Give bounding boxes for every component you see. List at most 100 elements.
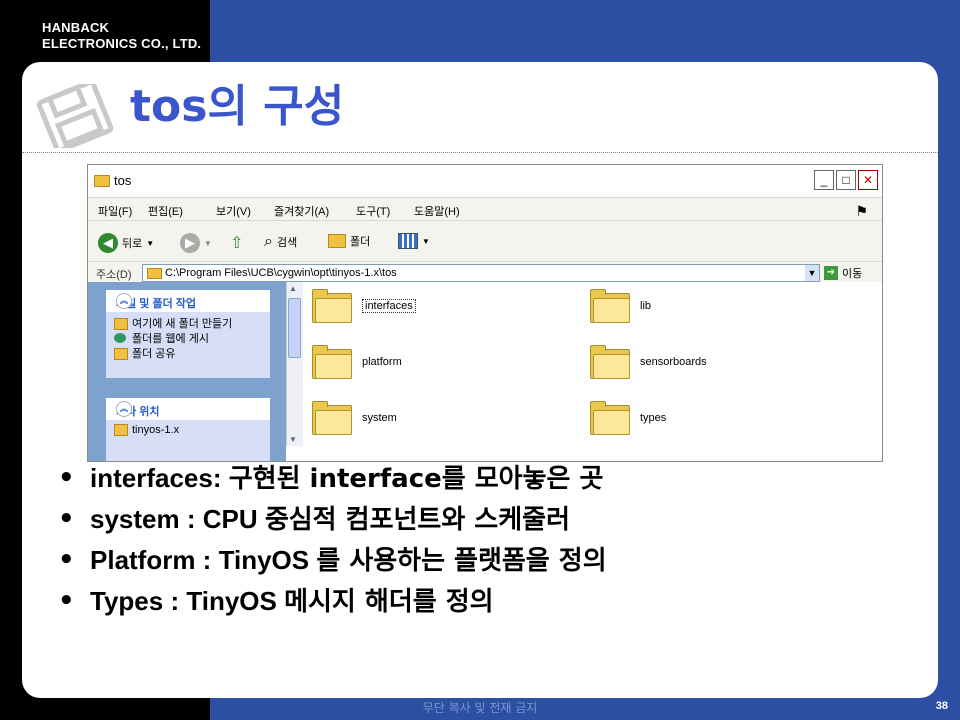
task-label: 여기에 새 폴더 만들기 [132,318,233,330]
back-label: 뒤로 [122,238,143,250]
panel-header[interactable]: 파일 및 폴더 작업 ︽ [106,290,270,312]
folder-icon [590,401,630,435]
other-places-panel: 기타 위치 ︽ tinyos-1.x [106,398,270,461]
address-dropdown-icon[interactable]: ▼ [805,265,819,281]
bullet-item: • system : CPU 중심적 컴포넌트와 스케줄러 [58,504,570,535]
folders-icon [328,234,346,248]
forward-button[interactable]: ▶ ▼ [180,233,212,253]
place-label: tinyos-1.x [132,424,180,436]
folders-label: 폴더 [350,236,371,248]
page-number: 38 [935,700,948,712]
folder-label: platform [362,356,402,368]
bullet-term: interfaces: [90,463,229,493]
menu-view[interactable]: 보기(V) [216,203,251,219]
up-folder-icon: ⇧ [230,235,244,252]
collapse-icon[interactable]: ︽ [116,293,132,309]
go-arrow-icon: ➜ [824,266,838,280]
window-titlebar: tos _ □ ✕ [88,165,882,198]
maximize-button[interactable]: □ [836,170,856,190]
folder-icon [590,345,630,379]
minimize-button[interactable]: _ [814,170,834,190]
folder-lib[interactable]: lib [590,289,651,323]
task-pane-scrollbar[interactable]: ▲ ▼ [286,282,303,446]
go-button[interactable]: ➜ 이동 [824,265,862,281]
folder-icon [94,175,110,187]
task-pane: 파일 및 폴더 작업 ︽ 여기에 새 폴더 만들기 폴더를 웹에 게시 폴더 공… [88,282,286,461]
menu-favorites[interactable]: 즐겨찾기(A) [274,203,329,219]
folder-icon [114,424,128,436]
scroll-thumb[interactable] [288,298,301,358]
panel-header[interactable]: 기타 위치 ︽ [106,398,270,420]
bullet-text: 구현된 interface를 모아놓은 곳 [228,464,604,494]
folder-interfaces[interactable]: interfaces [312,289,416,323]
bullet-item: • interfaces: 구현된 interface를 모아놓은 곳 [58,463,604,494]
bullet-term: Types : TinyOS [90,586,285,616]
bullet-item: • Platform : TinyOS 를 사용하는 플랫폼을 정의 [58,545,607,576]
folder-icon [147,268,162,279]
views-icon [398,233,418,249]
scroll-down-icon[interactable]: ▼ [289,435,297,444]
menu-edit[interactable]: 편집(E) [148,203,183,219]
scroll-up-icon[interactable]: ▲ [289,284,297,293]
back-arrow-icon: ◀ [98,233,118,253]
brand-line-2: ELECTRONICS CO., LTD. [42,36,202,51]
address-path: C:\Program Files\UCB\cygwin\opt\tinyos-1… [165,267,397,279]
slide-title: tos의 구성 [130,81,345,132]
windows-logo-icon: ⚑ [855,203,868,219]
address-input[interactable]: C:\Program Files\UCB\cygwin\opt\tinyos-1… [142,264,820,282]
chevron-down-icon: ▼ [422,236,430,246]
explorer-window: tos _ □ ✕ 파일(F) 편집(E) 보기(V) 즐겨찾기(A) 도구(T… [87,164,883,462]
search-button[interactable]: ⌕ 검색 [264,233,297,251]
folder-label: sensorboards [640,356,707,368]
menu-bar: 파일(F) 편집(E) 보기(V) 즐겨찾기(A) 도구(T) 도움말(H) ⚑ [88,198,882,221]
folder-system[interactable]: system [312,401,397,435]
new-folder-icon [114,318,128,330]
share-folder-icon [114,348,128,360]
collapse-icon[interactable]: ︽ [116,401,132,417]
task-publish-web[interactable]: 폴더를 웹에 게시 [106,333,270,345]
back-button[interactable]: ◀ 뒤로 ▼ [98,233,154,253]
bullet-list: • interfaces: 구현된 interface를 모아놓은 곳 • syst… [58,458,607,622]
title-divider [22,152,938,153]
folder-label: interfaces [362,299,416,313]
bullet-term: Platform : TinyOS [90,545,317,575]
folder-icon [312,345,352,379]
toolbar: ◀ 뒤로 ▼ ▶ ▼ ⇧ ⌕ 검색 폴더 ▼ [88,221,882,262]
up-folder-button[interactable]: ⇧ [230,233,243,253]
chevron-down-icon: ▼ [146,238,155,248]
go-label: 이동 [842,268,863,280]
task-label: 폴더를 웹에 게시 [132,333,209,345]
task-share-folder[interactable]: 폴더 공유 [106,348,270,360]
menu-file[interactable]: 파일(F) [98,203,132,219]
folder-sensorboards[interactable]: sensorboards [590,345,707,379]
brand-line-1: HANBACK [42,20,110,35]
folder-types[interactable]: types [590,401,666,435]
folder-label: types [640,412,667,424]
folder-icon [590,289,630,323]
file-folder-tasks-panel: 파일 및 폴더 작업 ︽ 여기에 새 폴더 만들기 폴더를 웹에 게시 폴더 공… [106,290,270,378]
bullet-text: 를 사용하는 플랫폼을 정의 [316,546,607,576]
company-logo-text: HANBACK ELECTRONICS CO., LTD. [42,20,201,52]
place-tinyos[interactable]: tinyos-1.x [106,424,270,436]
bullet-term: system : CPU [90,504,265,534]
task-label: 폴더 공유 [132,348,176,360]
bullet-item: • Types : TinyOS 메시지 해더를 정의 [58,586,494,617]
menu-help[interactable]: 도움말(H) [414,203,460,219]
search-label: 검색 [276,237,298,249]
folder-icon [312,289,352,323]
forward-arrow-icon: ▶ [180,233,200,253]
folders-button[interactable]: 폴더 [328,233,370,249]
bullet-text: 메시지 해더를 정의 [284,587,494,617]
menu-tools[interactable]: 도구(T) [356,203,390,219]
folder-platform[interactable]: platform [312,345,402,379]
views-button[interactable]: ▼ [398,233,430,249]
folder-label: lib [640,300,652,312]
close-button[interactable]: ✕ [858,170,878,190]
copyright-footer: 무단 복사 및 전재 금지 [422,701,538,715]
address-label: 주소(D) [96,269,132,281]
floppy-disk-icon [36,84,114,148]
window-title: tos [114,173,132,188]
globe-icon [114,333,126,343]
task-new-folder[interactable]: 여기에 새 폴더 만들기 [106,318,270,330]
bullet-text: 중심적 컴포넌트와 스케줄러 [264,505,570,535]
